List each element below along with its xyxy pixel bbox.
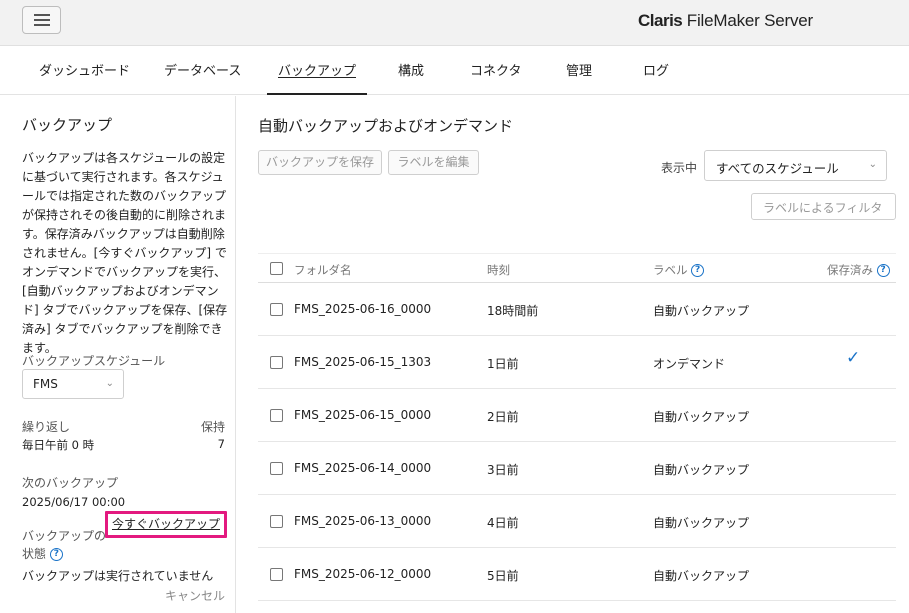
- next-backup-label: 次のバックアップ: [22, 476, 119, 490]
- row-checkbox[interactable]: [270, 356, 283, 369]
- row-time: 3日前: [487, 463, 519, 477]
- status-value: バックアップは実行されていません: [22, 569, 214, 583]
- row-checkbox[interactable]: [270, 515, 283, 528]
- backups-table: フォルダ名 時刻 ラベル ? 保存済み ? FMS_2025-06-16_000…: [258, 253, 896, 601]
- row-folder: FMS_2025-06-15_1303: [294, 355, 432, 369]
- tab-backups[interactable]: バックアップ: [267, 46, 367, 95]
- row-time: 18時間前: [487, 304, 539, 318]
- table-row[interactable]: FMS_2025-06-12_0000 5日前 自動バックアップ: [258, 548, 896, 601]
- schedule-filter-value: すべてのスケジュール: [716, 161, 839, 176]
- row-label: 自動バックアップ: [653, 463, 750, 477]
- header-label[interactable]: ラベル ?: [653, 262, 705, 278]
- row-label: オンデマンド: [653, 357, 726, 371]
- select-all-checkbox[interactable]: [270, 262, 283, 275]
- brand-logo: Claris FileMaker Server: [638, 11, 813, 31]
- row-folder: FMS_2025-06-14_0000: [294, 461, 432, 475]
- backup-now-button[interactable]: 今すぐバックアップ: [105, 511, 227, 538]
- next-backup-value: 2025/06/17 00:00: [22, 495, 126, 509]
- row-time: 1日前: [487, 357, 519, 371]
- row-label: 自動バックアップ: [653, 410, 750, 424]
- tab-configuration[interactable]: 構成: [398, 46, 424, 95]
- table-row[interactable]: FMS_2025-06-15_0000 2日前 自動バックアップ: [258, 389, 896, 442]
- tab-administration[interactable]: 管理: [566, 46, 592, 95]
- edit-label-button[interactable]: ラベルを編集: [388, 150, 479, 175]
- help-icon[interactable]: ?: [691, 264, 705, 277]
- header-time[interactable]: 時刻: [487, 262, 510, 278]
- tab-databases[interactable]: データベース: [164, 46, 241, 95]
- help-icon[interactable]: ?: [49, 548, 63, 561]
- save-backup-button[interactable]: バックアップを保存: [258, 150, 382, 175]
- row-checkbox[interactable]: [270, 568, 283, 581]
- header-saved[interactable]: 保存済み ?: [827, 262, 890, 278]
- sidebar-description: バックアップは各スケジュールの設定に基づいて実行されます。各スケジュールでは指定…: [22, 151, 228, 355]
- schedule-label: バックアップスケジュール: [22, 354, 166, 368]
- label-filter-input[interactable]: ラベルによるフィルタ: [751, 193, 896, 220]
- cancel-button[interactable]: キャンセル: [165, 587, 225, 604]
- table-row[interactable]: FMS_2025-06-14_0000 3日前 自動バックアップ: [258, 442, 896, 495]
- show-label: 表示中: [661, 161, 698, 175]
- brand-bold: Claris: [638, 11, 683, 30]
- tab-logs[interactable]: ログ: [643, 46, 669, 95]
- schedule-select-value: FMS: [33, 377, 58, 391]
- row-time: 4日前: [487, 516, 519, 530]
- header-folder[interactable]: フォルダ名: [294, 262, 352, 278]
- chevron-down-icon: ⌄: [868, 159, 877, 170]
- repeat-value: 毎日午前 0 時: [22, 438, 95, 452]
- menu-button[interactable]: [22, 6, 61, 34]
- schedule-filter-select[interactable]: すべてのスケジュール ⌄: [704, 150, 887, 181]
- row-label: 自動バックアップ: [653, 516, 750, 530]
- row-time: 2日前: [487, 410, 519, 424]
- brand-rest: FileMaker Server: [682, 11, 813, 30]
- schedule-select[interactable]: FMS ⌄: [22, 369, 124, 399]
- row-checkbox[interactable]: [270, 462, 283, 475]
- row-folder: FMS_2025-06-12_0000: [294, 567, 432, 581]
- table-header: フォルダ名 時刻 ラベル ? 保存済み ?: [258, 253, 896, 283]
- status-label: バックアップの: [22, 529, 107, 543]
- sidebar: バックアップ バックアップは各スケジュールの設定に基づいて実行されます。各スケジ…: [0, 96, 236, 613]
- keep-value: 7: [217, 437, 225, 451]
- row-label: 自動バックアップ: [653, 569, 750, 583]
- hamburger-icon-line: [34, 19, 50, 21]
- row-label: 自動バックアップ: [653, 304, 750, 318]
- keep-label: 保持: [200, 420, 225, 434]
- table-row[interactable]: FMS_2025-06-16_0000 18時間前 自動バックアップ: [258, 283, 896, 336]
- row-folder: FMS_2025-06-16_0000: [294, 302, 432, 316]
- checkmark-icon: ✓: [846, 348, 861, 368]
- status-label-2: 状態 ?: [22, 545, 63, 562]
- tab-connectors[interactable]: コネクタ: [470, 46, 521, 95]
- main-nav: ダッシュボード データベース バックアップ 構成 コネクタ 管理 ログ: [0, 46, 909, 95]
- tab-dashboard[interactable]: ダッシュボード: [39, 46, 130, 95]
- hamburger-icon: [34, 14, 50, 16]
- row-folder: FMS_2025-06-15_0000: [294, 408, 432, 422]
- repeat-label: 繰り返し: [22, 420, 71, 434]
- row-checkbox[interactable]: [270, 409, 283, 422]
- row-time: 5日前: [487, 569, 519, 583]
- row-checkbox[interactable]: [270, 303, 283, 316]
- hamburger-icon-line: [34, 24, 50, 26]
- page-title: 自動バックアップおよびオンデマンド: [258, 117, 514, 135]
- row-folder: FMS_2025-06-13_0000: [294, 514, 432, 528]
- table-row[interactable]: FMS_2025-06-13_0000 4日前 自動バックアップ: [258, 495, 896, 548]
- chevron-down-icon: ⌄: [105, 378, 114, 389]
- sidebar-title: バックアップ: [22, 116, 113, 134]
- top-bar: Claris FileMaker Server: [0, 0, 909, 46]
- table-row[interactable]: FMS_2025-06-15_1303 1日前 オンデマンド ✓: [258, 336, 896, 389]
- help-icon[interactable]: ?: [876, 264, 890, 277]
